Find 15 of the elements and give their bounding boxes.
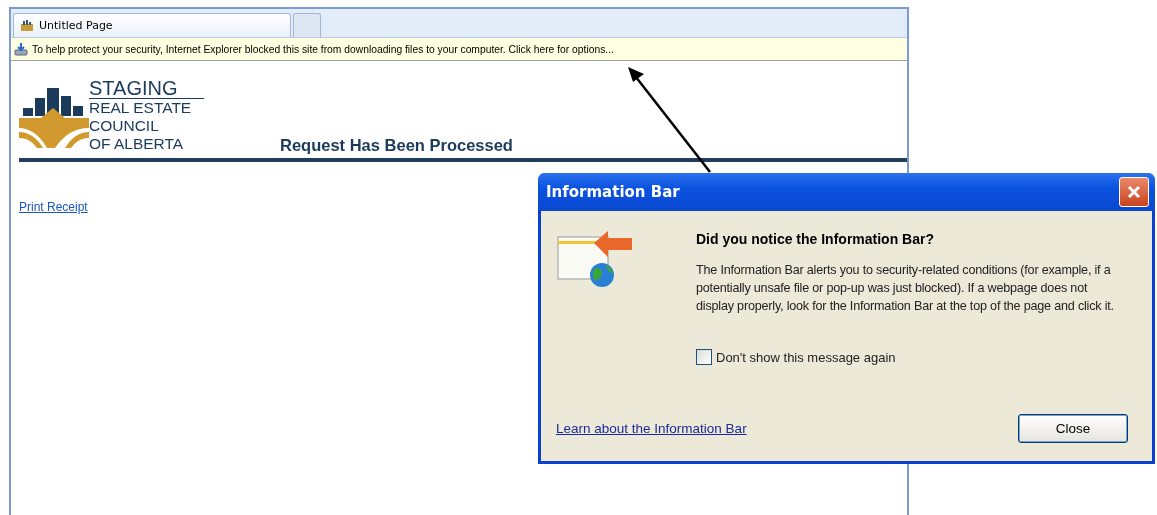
information-bar[interactable]: To help protect your security, Internet Explorer blocked this site from downloading files to your computer. Click here for options... <box>11 38 907 61</box>
checkbox[interactable] <box>696 349 712 365</box>
browser-tab[interactable]: Untitled Page <box>13 13 291 37</box>
dialog-message: The Information Bar alerts you to security-related conditions (for example, if a potentially unsafe file or pop-up was just blocked). If a webpage does not display properly, look for the Information Bar at the top of the page and click it. <box>696 262 1115 315</box>
download-icon <box>14 42 28 56</box>
dialog-question: Did you notice the Information Bar? <box>696 231 935 247</box>
page-icon <box>20 19 34 32</box>
page-heading: Request Has Been Processed <box>280 136 513 155</box>
close-button[interactable]: Close <box>1018 414 1128 443</box>
close-icon[interactable] <box>1119 177 1149 207</box>
learn-more-link[interactable]: Learn about the Information Bar <box>556 421 747 436</box>
checkbox-label: Don't show this message again <box>716 349 896 365</box>
dialog-title: Information Bar <box>546 183 680 201</box>
council-logo: STAGING REAL ESTATE COUNCIL OF ALBERTA <box>19 73 204 157</box>
print-receipt-link[interactable]: Print Receipt <box>19 200 88 214</box>
